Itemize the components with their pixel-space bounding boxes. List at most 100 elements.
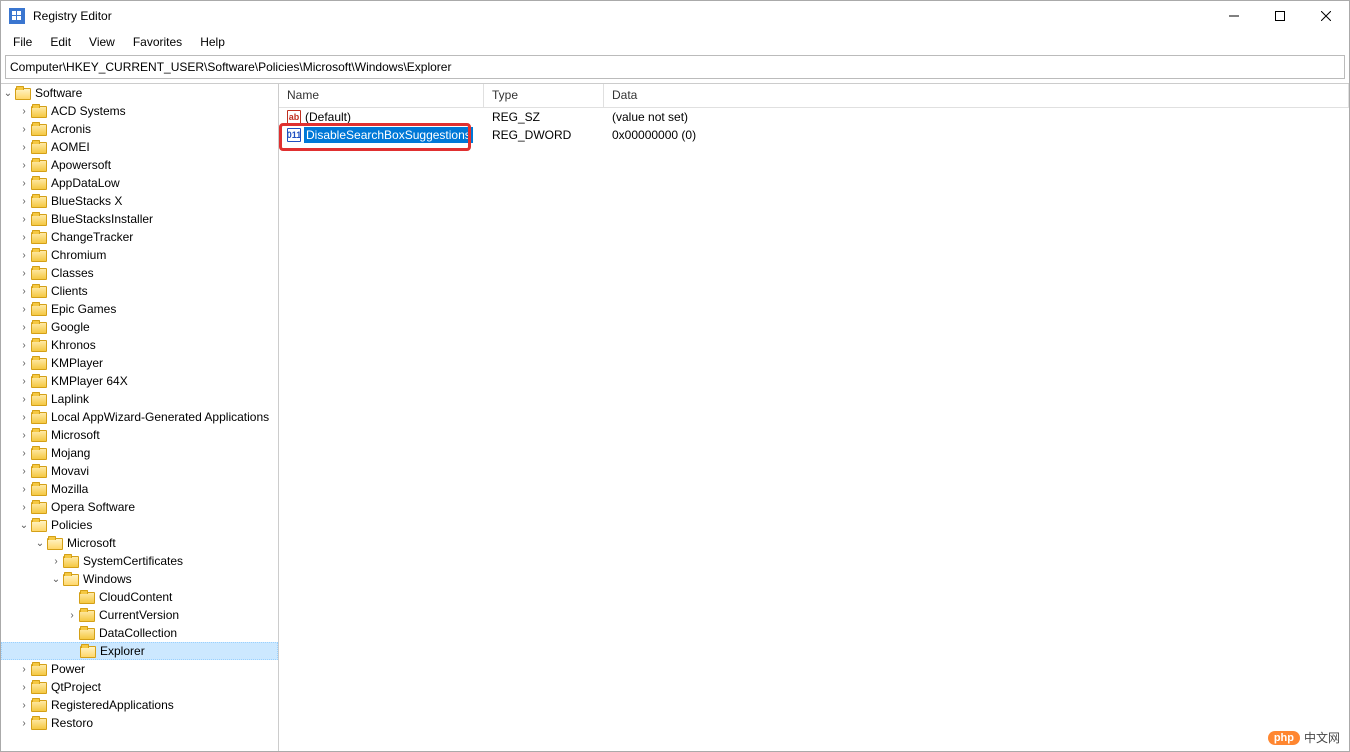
tree-item-google[interactable]: › Google	[1, 318, 278, 336]
chevron-right-icon[interactable]: ›	[17, 302, 31, 316]
chevron-right-icon[interactable]: ›	[17, 248, 31, 262]
chevron-right-icon[interactable]: ›	[17, 482, 31, 496]
tree-item-khronos[interactable]: ›Khronos	[1, 336, 278, 354]
chevron-down-icon[interactable]: ⌄	[17, 518, 31, 532]
tree-microsoft[interactable]: ⌄Microsoft	[1, 534, 278, 552]
tree-item-apowersoft[interactable]: ›Apowersoft	[1, 156, 278, 174]
chevron-right-icon[interactable]: ›	[49, 554, 63, 568]
chevron-down-icon[interactable]: ⌄	[49, 572, 63, 586]
column-data[interactable]: Data	[604, 84, 1349, 107]
chevron-right-icon[interactable]: ›	[17, 140, 31, 154]
tree-software[interactable]: ⌄Software	[1, 84, 278, 102]
tree-item-mozilla[interactable]: ›Mozilla	[1, 480, 278, 498]
folder-icon	[31, 680, 47, 694]
menu-favorites[interactable]: Favorites	[125, 33, 190, 51]
chevron-right-icon[interactable]: ›	[17, 284, 31, 298]
tree-systemcertificates[interactable]: › SystemCertificates	[1, 552, 278, 570]
chevron-right-icon[interactable]: ›	[17, 464, 31, 478]
chevron-right-icon[interactable]: ›	[17, 374, 31, 388]
tree-item-epic-games[interactable]: ›Epic Games	[1, 300, 278, 318]
value-name[interactable]: DisableSearchBoxSuggestions	[305, 128, 472, 142]
tree-item-datacollection[interactable]: DataCollection	[1, 624, 278, 642]
tree-item-cloudcontent[interactable]: CloudContent	[1, 588, 278, 606]
tree-item-acd-systems[interactable]: ›ACD Systems	[1, 102, 278, 120]
chevron-right-icon[interactable]: ›	[17, 266, 31, 280]
menu-file[interactable]: File	[5, 33, 40, 51]
tree-item-kmplayer[interactable]: ›KMPlayer	[1, 354, 278, 372]
chevron-right-icon[interactable]: ›	[17, 176, 31, 190]
tree-item-changetracker[interactable]: › ChangeTracker	[1, 228, 278, 246]
tree-item-laplink[interactable]: ›Laplink	[1, 390, 278, 408]
maximize-button[interactable]	[1257, 1, 1303, 31]
registry-value-row[interactable]: 011DisableSearchBoxSuggestionsREG_DWORD0…	[279, 126, 1349, 144]
chevron-down-icon[interactable]: ⌄	[1, 86, 15, 100]
tree-item-classes[interactable]: ›Classes	[1, 264, 278, 282]
chevron-right-icon[interactable]: ›	[17, 500, 31, 514]
tree-item-kmplayer-64x[interactable]: ›KMPlayer 64X	[1, 372, 278, 390]
tree-item-microsoft[interactable]: ›Microsoft	[1, 426, 278, 444]
folder-icon	[31, 716, 47, 730]
list-body[interactable]: ab(Default)REG_SZ(value not set)011Disab…	[279, 108, 1349, 751]
tree-item-explorer[interactable]: Explorer	[1, 642, 278, 660]
tree-panel[interactable]: ⌄Software›ACD Systems›Acronis›AOMEI›Apow…	[1, 84, 279, 751]
tree-item-clients[interactable]: ›Clients	[1, 282, 278, 300]
tree-item-bluestacksinstaller[interactable]: › BlueStacksInstaller	[1, 210, 278, 228]
menu-edit[interactable]: Edit	[42, 33, 79, 51]
tree-item-appdatalow[interactable]: ›AppDataLow	[1, 174, 278, 192]
tree-item-chromium[interactable]: ›Chromium	[1, 246, 278, 264]
tree-policies[interactable]: ⌄Policies	[1, 516, 278, 534]
tree-item-movavi[interactable]: ›Movavi	[1, 462, 278, 480]
chevron-right-icon[interactable]: ›	[17, 320, 31, 334]
chevron-right-icon[interactable]: ›	[17, 356, 31, 370]
chevron-right-icon[interactable]: ›	[17, 230, 31, 244]
menu-view[interactable]: View	[81, 33, 123, 51]
address-bar[interactable]: Computer\HKEY_CURRENT_USER\Software\Poli…	[5, 55, 1345, 79]
tree-label: Mojang	[51, 446, 90, 460]
tree-label: BlueStacksInstaller	[51, 212, 153, 226]
minimize-button[interactable]	[1211, 1, 1257, 31]
registry-value-row[interactable]: ab(Default)REG_SZ(value not set)	[279, 108, 1349, 126]
chevron-right-icon[interactable]: ›	[65, 608, 79, 622]
tree-item-aomei[interactable]: ›AOMEI	[1, 138, 278, 156]
tree-item-registeredapplications[interactable]: ›RegisteredApplications	[1, 696, 278, 714]
close-button[interactable]	[1303, 1, 1349, 31]
chevron-right-icon[interactable]: ›	[17, 698, 31, 712]
tree-item-local-appwizard-generated-applications[interactable]: ›Local AppWizard-Generated Applications	[1, 408, 278, 426]
tree-item-currentversion[interactable]: › CurrentVersion	[1, 606, 278, 624]
watermark: php 中文网	[1268, 729, 1340, 746]
chevron-right-icon[interactable]: ›	[17, 680, 31, 694]
menu-help[interactable]: Help	[192, 33, 233, 51]
tree-item-restoro[interactable]: ›Restoro	[1, 714, 278, 732]
chevron-down-icon[interactable]: ⌄	[33, 536, 47, 550]
folder-icon	[31, 230, 47, 244]
tree-label: SystemCertificates	[83, 554, 183, 568]
tree-label: ChangeTracker	[51, 230, 133, 244]
chevron-right-icon[interactable]: ›	[17, 194, 31, 208]
watermark-pill: php	[1268, 731, 1300, 745]
chevron-right-icon[interactable]: ›	[17, 338, 31, 352]
chevron-right-icon[interactable]: ›	[17, 716, 31, 730]
address-text: Computer\HKEY_CURRENT_USER\Software\Poli…	[10, 60, 451, 74]
tree-item-qtproject[interactable]: ›QtProject	[1, 678, 278, 696]
chevron-right-icon[interactable]: ›	[17, 410, 31, 424]
tree-windows[interactable]: ⌄Windows	[1, 570, 278, 588]
column-name[interactable]: Name	[279, 84, 484, 107]
tree-item-mojang[interactable]: › Mojang	[1, 444, 278, 462]
tree-item-bluestacks-x[interactable]: ›BlueStacks X	[1, 192, 278, 210]
chevron-right-icon[interactable]: ›	[17, 446, 31, 460]
tree-power[interactable]: ›Power	[1, 660, 278, 678]
chevron-right-icon[interactable]: ›	[17, 158, 31, 172]
tree-item-opera-software[interactable]: ›Opera Software	[1, 498, 278, 516]
string-value-icon: ab	[287, 110, 301, 124]
chevron-right-icon[interactable]: ›	[17, 212, 31, 226]
column-type[interactable]: Type	[484, 84, 604, 107]
chevron-right-icon[interactable]: ›	[17, 662, 31, 676]
tree-item-acronis[interactable]: ›Acronis	[1, 120, 278, 138]
chevron-right-icon[interactable]: ›	[17, 122, 31, 136]
tree-label: Google	[51, 320, 90, 334]
folder-icon	[31, 320, 47, 334]
chevron-right-icon[interactable]: ›	[17, 104, 31, 118]
chevron-right-icon[interactable]: ›	[17, 428, 31, 442]
chevron-right-icon[interactable]: ›	[17, 392, 31, 406]
tree-label: CurrentVersion	[99, 608, 179, 622]
